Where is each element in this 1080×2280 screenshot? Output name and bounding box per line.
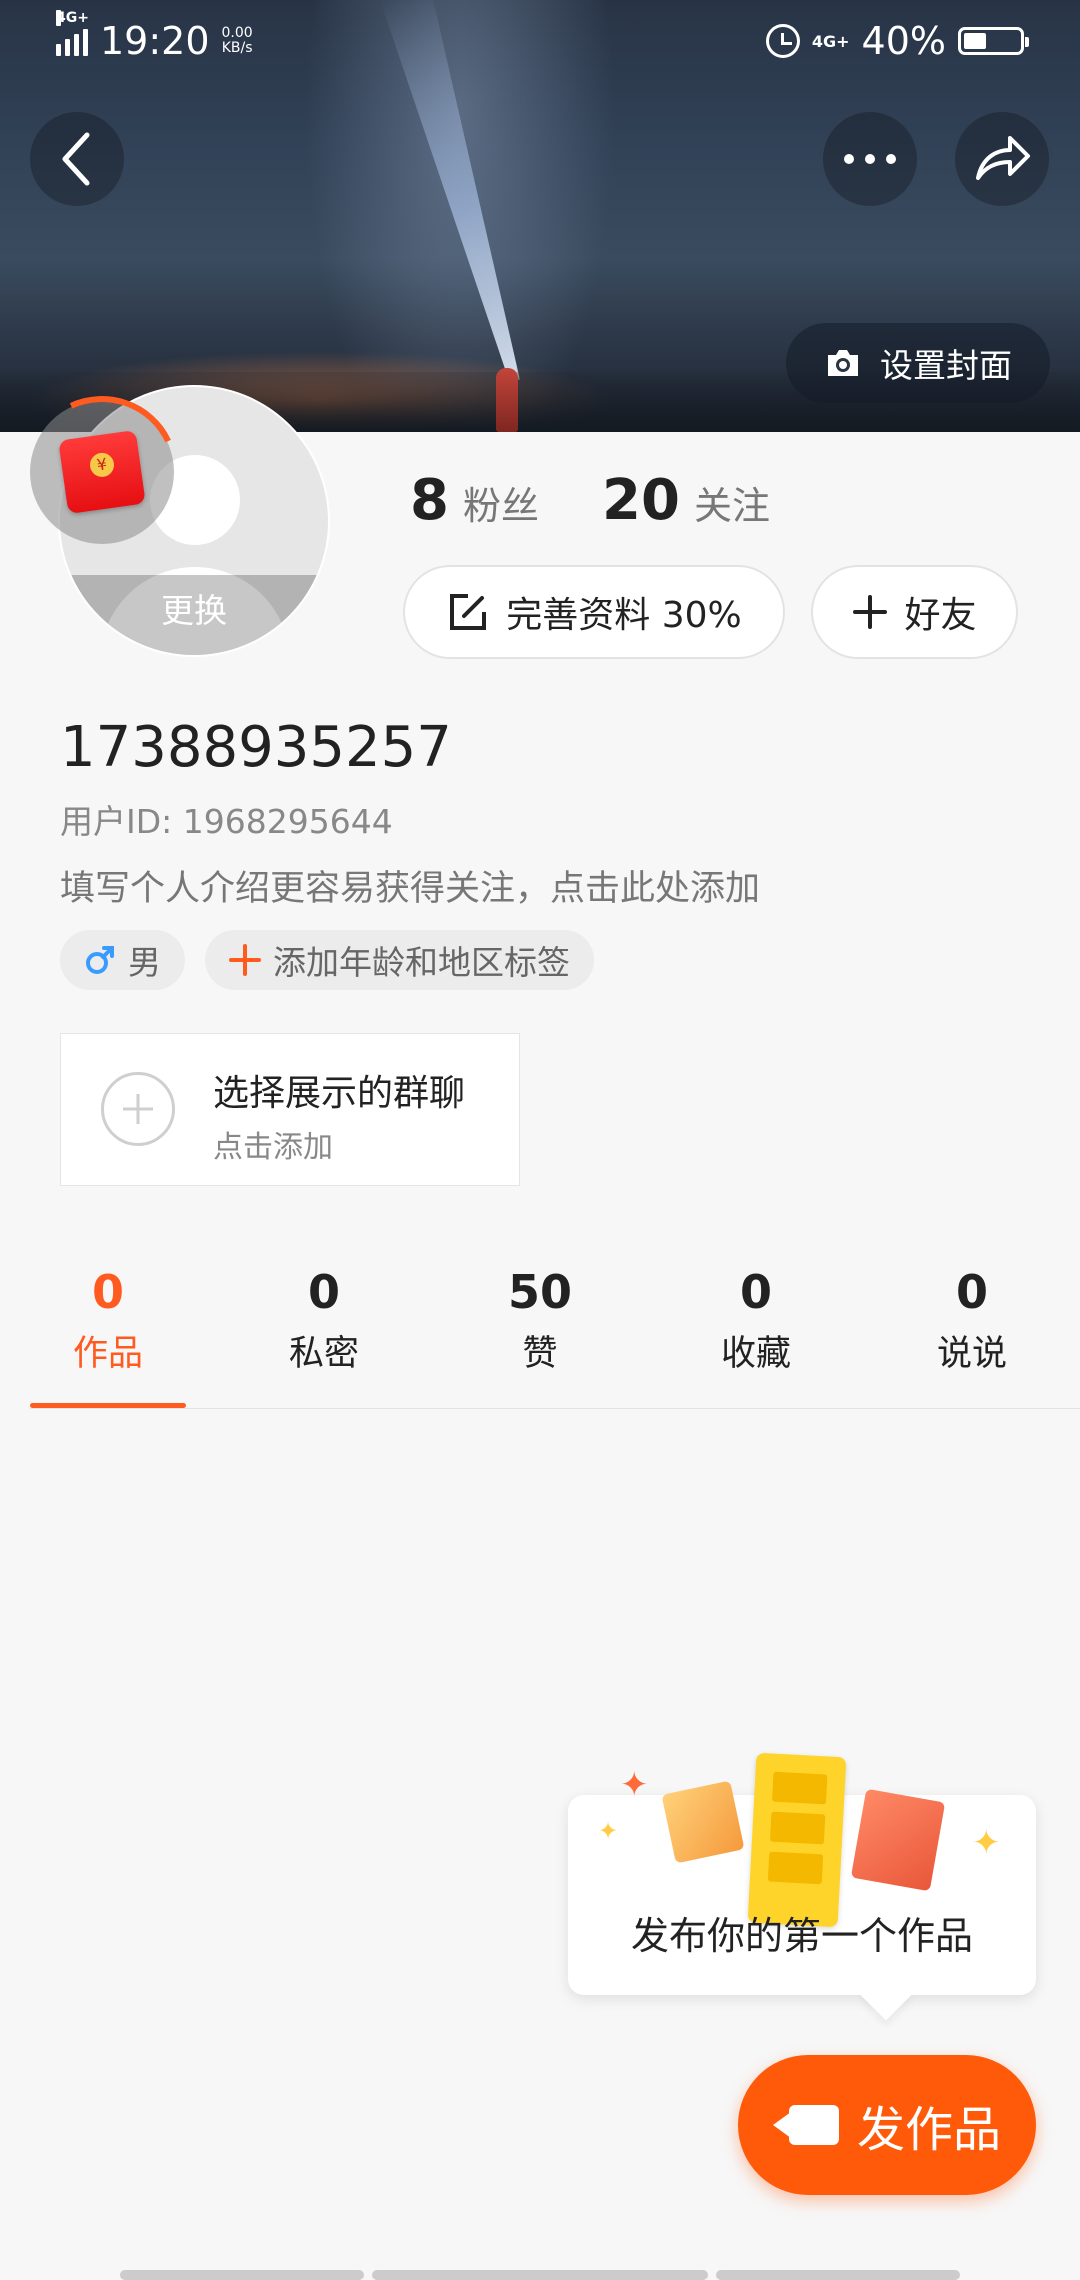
first-work-prompt[interactable]: ✦ ✦ ✦ 发布你的第一个作品 <box>568 1752 1036 1995</box>
more-button[interactable] <box>823 112 917 206</box>
add-tags-chip[interactable]: 添加年龄和地区标签 <box>205 930 594 990</box>
status-bar: 4G+ 19:20 0.00 KB/s 4G+ 40% <box>56 10 1029 66</box>
first-work-prompt-text: 发布你的第一个作品 <box>630 1914 973 1958</box>
tab-count: 0 <box>739 1265 772 1319</box>
tab-label: 赞 <box>522 1334 558 1374</box>
add-friend-button[interactable]: 好友 <box>811 565 1018 659</box>
red-packet-button[interactable]: ¥ <box>30 400 174 544</box>
set-cover-label: 设置封面 <box>880 346 1012 385</box>
net-speed-unit: KB/s <box>221 40 253 56</box>
following-count: 20 <box>602 468 680 533</box>
complete-profile-button[interactable]: 完善资料 30% <box>403 565 785 659</box>
net-speed: 0.00 KB/s <box>222 26 253 56</box>
tab-private[interactable]: 0 私密 <box>216 1265 432 1376</box>
tab-count: 0 <box>91 1265 124 1319</box>
tab-works[interactable]: 0 作品 <box>0 1265 216 1376</box>
sparkle-icon: ✦ <box>972 1823 1001 1863</box>
battery-percent: 40% <box>861 19 946 63</box>
add-circle-icon <box>101 1072 175 1146</box>
net-speed-value: 0.00 <box>221 25 253 41</box>
portrait-icon <box>850 1788 946 1892</box>
plus-icon <box>229 944 261 976</box>
sparkle-icon: ✦ <box>620 1765 649 1805</box>
more-dots-icon <box>844 154 896 164</box>
network-type-left: 4G+ <box>56 10 89 26</box>
tab-label: 私密 <box>288 1334 359 1374</box>
group-chat-card[interactable]: 选择展示的群聊 点击添加 <box>60 1033 520 1186</box>
add-friend-label: 好友 <box>904 595 977 636</box>
tab-label: 收藏 <box>720 1334 791 1374</box>
intro-placeholder[interactable]: 填写个人介绍更容易获得关注，点击此处添加 <box>60 860 760 911</box>
tab-count: 0 <box>307 1265 340 1319</box>
signal-icon: 4G+ <box>56 10 89 56</box>
edit-icon <box>450 594 487 630</box>
fans-stat[interactable]: 8 粉丝 <box>410 468 539 533</box>
post-work-label: 发作品 <box>856 2102 1001 2158</box>
active-tab-indicator <box>30 1403 186 1408</box>
tab-label: 说说 <box>936 1334 1007 1374</box>
video-camera-icon <box>772 2105 839 2145</box>
fans-count: 8 <box>410 468 449 533</box>
tab-moments[interactable]: 0 说说 <box>864 1265 1080 1376</box>
tab-count: 50 <box>507 1265 572 1319</box>
cover-person <box>496 368 518 432</box>
tab-likes[interactable]: 50 赞 <box>432 1265 648 1376</box>
sparkle-icon: ✦ <box>598 1817 619 1845</box>
plus-icon <box>853 595 888 629</box>
clock: 19:20 <box>100 19 210 63</box>
tab-divider <box>30 1408 1080 1409</box>
user-id: 用户ID: 1968295644 <box>60 802 393 841</box>
photo-icon <box>661 1780 745 1864</box>
gender-chip[interactable]: 男 <box>60 930 185 990</box>
profile-name: 17388935257 <box>60 715 452 780</box>
following-label: 关注 <box>693 484 770 528</box>
complete-profile-label: 完善资料 30% <box>506 595 742 636</box>
avatar-change-button[interactable]: 更换 <box>60 575 328 655</box>
group-chat-title: 选择展示的群聊 <box>213 1073 466 1114</box>
tab-label: 作品 <box>72 1334 143 1374</box>
set-cover-button[interactable]: 设置封面 <box>786 323 1050 403</box>
network-type-right: 4G+ <box>811 31 850 51</box>
red-packet-icon: ¥ <box>58 429 146 515</box>
alarm-icon <box>765 24 800 58</box>
tab-count: 0 <box>955 1265 988 1319</box>
back-button[interactable] <box>30 112 124 206</box>
share-button[interactable] <box>955 112 1049 206</box>
gender-label: 男 <box>128 943 161 982</box>
tab-favorites[interactable]: 0 收藏 <box>648 1265 864 1376</box>
fans-label: 粉丝 <box>462 484 539 528</box>
add-tags-label: 添加年龄和地区标签 <box>273 943 570 982</box>
film-icon <box>747 1752 847 1928</box>
back-arrow-icon <box>62 132 90 186</box>
following-stat[interactable]: 20 关注 <box>602 468 770 533</box>
post-work-button[interactable]: 发作品 <box>738 2055 1036 2195</box>
group-chat-subtitle: 点击添加 <box>213 1130 333 1165</box>
share-arrow-icon <box>976 136 1030 180</box>
camera-icon <box>828 350 858 376</box>
battery-icon <box>958 27 1029 55</box>
male-icon <box>86 946 114 974</box>
